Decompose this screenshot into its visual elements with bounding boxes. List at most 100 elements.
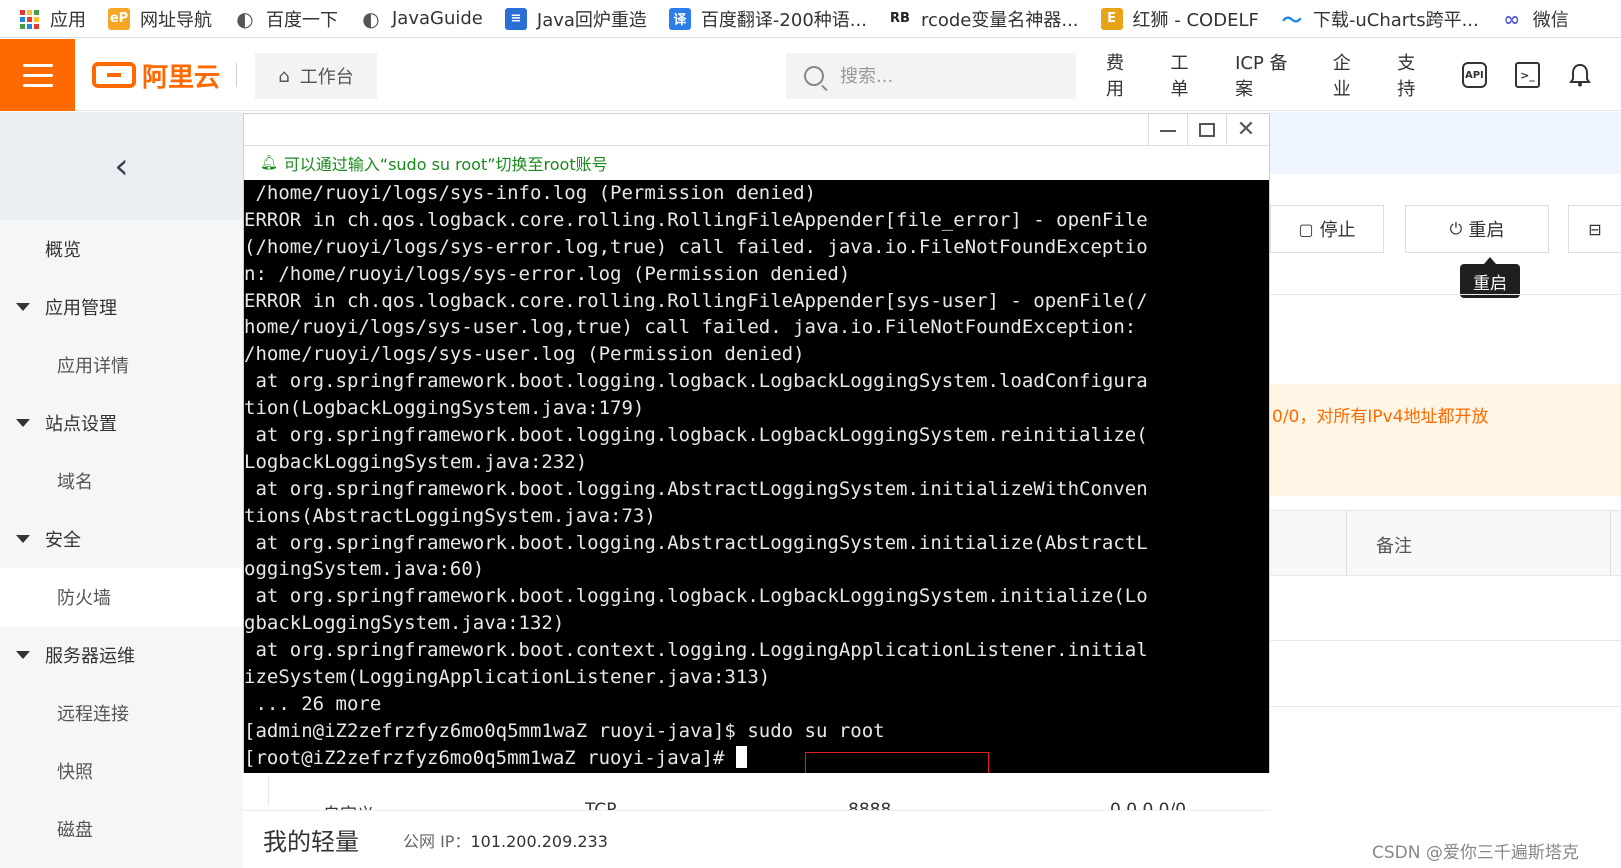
menu-icon-bar: [22, 73, 53, 77]
terminal-output[interactable]: /home/ruoyi/logs/sys-info.log (Permissio…: [244, 180, 1269, 773]
sidebar-item[interactable]: 域名: [0, 452, 243, 510]
table-row-divider: [1270, 640, 1621, 641]
translate-icon: 译: [668, 7, 691, 30]
sidebar-collapse-button[interactable]: ‹: [0, 112, 243, 220]
codelf-icon: E: [1100, 7, 1123, 30]
search-icon: [804, 66, 824, 86]
brand-name: 阿里云: [142, 62, 221, 93]
root-prompt: [root@iZ2zefrzfyz6mo0q5mm1waZ ruoyi-java…: [244, 746, 736, 769]
bookmark-item[interactable]: eP 网址导航: [108, 0, 212, 37]
bell-icon: 🔔︎: [260, 154, 278, 171]
info-banner: [1270, 112, 1621, 174]
remote-connect-button[interactable]: ⊟: [1568, 205, 1621, 253]
bookmark-item[interactable]: ◐ 百度一下: [234, 0, 338, 37]
nav-enterprise[interactable]: 企业: [1333, 49, 1368, 101]
terminal-notice-text: 可以通过输入“sudo su root”切换至root账号: [283, 154, 608, 174]
warning-band: [1270, 384, 1621, 496]
sidebar-item-label: 远程连接: [57, 704, 129, 725]
nav-support[interactable]: 支持: [1397, 49, 1432, 101]
terminal-line: at org.springframework.boot.logging.logb…: [244, 370, 1148, 393]
bookmark-label: 下载-uCharts跨平...: [1312, 9, 1479, 31]
column-separator: [1346, 510, 1347, 576]
link-icon: ∞: [1503, 6, 1521, 31]
terminal-line: ERROR in ch.qos.logback.core.rolling.Rol…: [244, 289, 1148, 312]
sidebar-item[interactable]: 概览: [0, 220, 243, 278]
bell-icon[interactable]: [1568, 62, 1593, 88]
bookmark-item[interactable]: RB rcode变量名神器...: [889, 0, 1079, 37]
terminal-line: tion(LogbackLoggingSystem.java:179): [244, 397, 645, 420]
restart-button[interactable]: ⏻ 重启: [1405, 205, 1549, 253]
terminal-line: ... 26 more: [244, 692, 382, 715]
terminal-titlebar[interactable]: ✕: [244, 114, 1269, 146]
footer-title: 我的轻量: [263, 828, 359, 856]
maximize-button[interactable]: [1187, 114, 1226, 145]
ep-icon: eP: [108, 7, 130, 30]
terminal-line: n: /home/ruoyi/logs/sys-error.log (Permi…: [244, 262, 851, 285]
caret-down-icon: [16, 535, 30, 543]
bookmark-item[interactable]: ≡ Java回炉重造: [504, 0, 647, 37]
sidebar-item-label: 快照: [57, 762, 93, 783]
terminal-icon: ⊟: [1588, 219, 1602, 239]
sidebar-item[interactable]: 远程连接: [0, 684, 243, 742]
aliyun-logo[interactable]: 阿里云: [92, 53, 220, 97]
footer-panel: 我的轻量 公网 IP：101.200.209.233: [243, 810, 1270, 868]
sidebar-item[interactable]: 磁盘: [0, 800, 243, 858]
watermark: CSDN @爱你三千遍斯塔克: [1372, 843, 1579, 863]
minimize-button[interactable]: [1148, 114, 1187, 145]
sidebar-item[interactable]: 安全: [0, 510, 243, 568]
sidebar-item[interactable]: 防火墙: [0, 568, 243, 626]
terminal-lines: /home/ruoyi/logs/sys-info.log (Permissio…: [244, 180, 1269, 718]
search-box[interactable]: [786, 53, 1076, 99]
public-ip: 公网 IP：101.200.209.233: [403, 828, 608, 852]
bookmark-label: 微信: [1532, 9, 1569, 31]
caret-down-icon: [16, 651, 30, 659]
sidebar-item-label: 防火墙: [57, 588, 111, 609]
cloud-shell-icon[interactable]: >_: [1514, 62, 1541, 88]
rb-icon: RB: [889, 11, 910, 26]
apps-grid-icon: [18, 8, 40, 30]
bookmark-item[interactable]: 译百度翻译-200种语...: [668, 0, 867, 37]
bookmark-item[interactable]: ∞ 微信: [1501, 0, 1569, 37]
nav-icp[interactable]: ICP 备案: [1235, 49, 1303, 101]
bookmark-item[interactable]: E 红狮 - CODELF: [1100, 0, 1259, 37]
minimize-icon: [1160, 129, 1176, 132]
bookmark-item[interactable]: 应用: [18, 0, 86, 37]
bookmark-label: 百度翻译-200种语...: [700, 9, 867, 31]
bookmark-item[interactable]: ◐ JavaGuide: [360, 0, 483, 37]
typed-command: sudo su root: [747, 719, 885, 742]
terminal-window[interactable]: ✕ 🔔︎ 可以通过输入“sudo su root”切换至root账号 /home…: [243, 113, 1270, 773]
terminal-line: home/ruoyi/logs/sys-user.log,true) call …: [244, 316, 1137, 339]
public-ip-value: 101.200.209.233: [470, 831, 608, 851]
top-nav: 费用 工单 ICP 备案 企业 支持 API >_: [1106, 39, 1621, 111]
api-icon[interactable]: API: [1461, 62, 1487, 88]
bookmark-item[interactable]: 〜下载-uCharts跨平...: [1281, 0, 1479, 37]
terminal-line: at org.springframework.boot.logging.logb…: [244, 585, 1148, 608]
table-header: [1270, 510, 1621, 576]
close-button[interactable]: ✕: [1226, 114, 1265, 145]
terminal-line: (/home/ruoyi/logs/sys-error.log,true) ca…: [244, 235, 1148, 258]
bookmark-label: Java回炉重造: [536, 9, 647, 31]
doc-icon: ≡: [504, 7, 527, 30]
stop-button[interactable]: ▢ 停止: [1270, 205, 1384, 253]
terminal-notice: 🔔︎ 可以通过输入“sudo su root”切换至root账号: [244, 146, 1269, 179]
nav-billing[interactable]: 费用: [1106, 49, 1141, 101]
sidebar-item-label: 服务器运维: [45, 646, 135, 667]
sidebar-item-label: 应用详情: [57, 356, 129, 377]
close-icon: ✕: [1236, 117, 1256, 142]
command-highlight-box: [805, 752, 989, 773]
workbench-button[interactable]: ⌂ 工作台: [255, 53, 377, 99]
terminal-line: izeSystem(LoggingApplicationListener.jav…: [244, 666, 771, 689]
sidebar-item[interactable]: 应用管理: [0, 278, 243, 336]
column-separator: [1610, 510, 1611, 576]
sidebar-item[interactable]: 应用详情: [0, 336, 243, 394]
globe-icon: ◐: [362, 6, 380, 31]
sidebar-item[interactable]: 服务器运维: [0, 626, 243, 684]
terminal-line: at org.springframework.boot.logging.Abst…: [244, 531, 1148, 554]
sidebar-item-label: 安全: [45, 530, 81, 551]
sidebar-item[interactable]: 站点设置: [0, 394, 243, 452]
nav-ticket[interactable]: 工单: [1171, 49, 1206, 101]
sidebar-item[interactable]: 快照: [0, 742, 243, 800]
console-header: 阿里云 ⌂ 工作台 费用 工单 ICP 备案 企业 支持 API >_: [0, 39, 1621, 111]
search-input[interactable]: [840, 65, 1060, 87]
menu-button[interactable]: [0, 39, 75, 111]
